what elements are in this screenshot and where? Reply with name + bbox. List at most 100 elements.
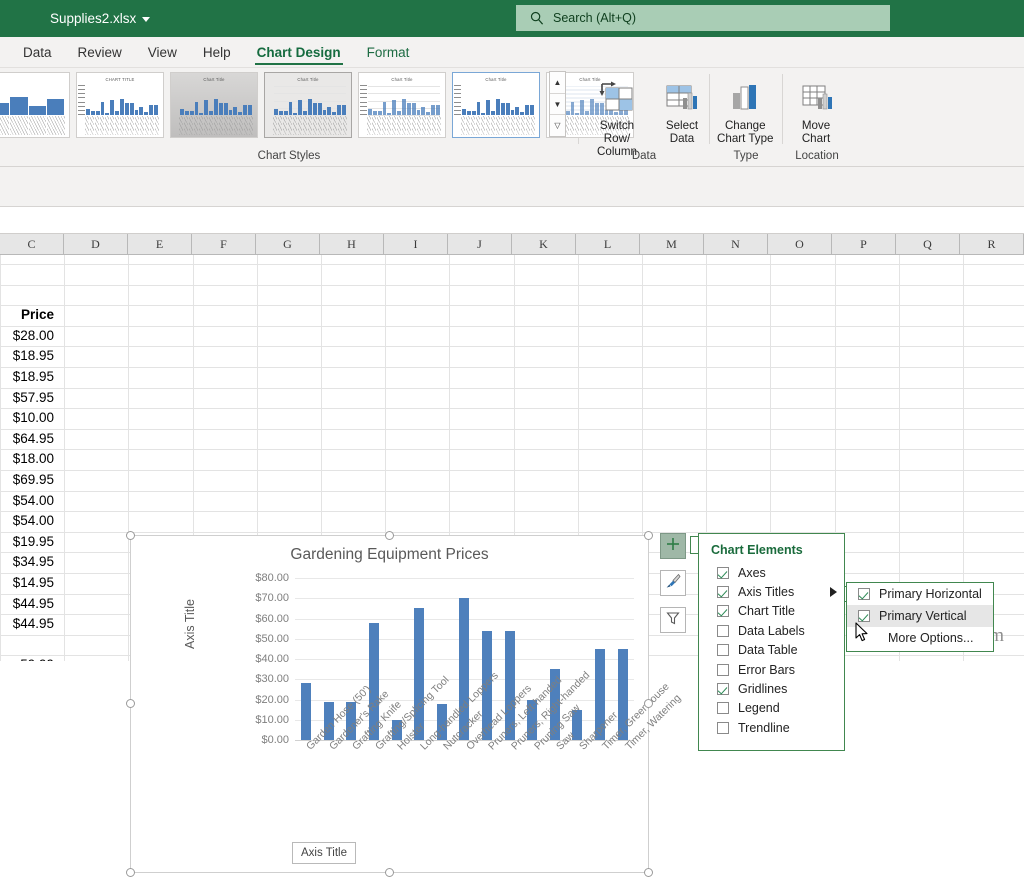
y-tick-label: $40.00 — [255, 653, 289, 665]
cell-price[interactable]: $57.95 — [0, 390, 63, 405]
submenu-arrow-icon[interactable] — [830, 587, 837, 598]
cell-price[interactable]: $34.95 — [0, 554, 63, 569]
filename-group[interactable]: Supplies2.xlsx — [50, 11, 151, 26]
column-header-p[interactable]: P — [832, 234, 896, 254]
search-input[interactable]: Search (Alt+Q) — [516, 5, 890, 31]
chart-style-thumbnail[interactable]: Chart Title — [358, 72, 446, 138]
cell-price[interactable]: $69.95 — [0, 472, 63, 487]
column-header-j[interactable]: J — [448, 234, 512, 254]
axis-title-option-primary-horizontal[interactable]: Primary Horizontal — [847, 583, 993, 605]
column-header-e[interactable]: E — [128, 234, 192, 254]
cell-price[interactable]: $44.95 — [0, 616, 63, 631]
checkbox-icon[interactable] — [717, 624, 729, 637]
cell-price[interactable]: $18.95 — [0, 369, 63, 384]
tab-data[interactable]: Data — [10, 42, 65, 67]
cell-price[interactable]: $54.00 — [0, 493, 63, 508]
tab-view[interactable]: View — [135, 42, 190, 67]
move-chart-button[interactable]: Move Chart — [783, 72, 849, 145]
checkbox-icon[interactable] — [717, 644, 729, 657]
chart-style-thumbnail[interactable]: Chart Title — [452, 72, 540, 138]
chart-element-row-data-labels[interactable]: Data Labels — [699, 621, 844, 640]
tab-help[interactable]: Help — [190, 42, 244, 67]
column-header-k[interactable]: K — [512, 234, 576, 254]
cell-header-price[interactable]: Price — [0, 307, 63, 322]
cell-price[interactable]: $19.95 — [0, 534, 63, 549]
chart-style-thumbnail[interactable]: Chart Title — [170, 72, 258, 138]
column-header-r[interactable]: R — [960, 234, 1024, 254]
chart-filters-button[interactable] — [660, 607, 686, 633]
chevron-down-icon[interactable] — [142, 17, 151, 22]
chart-elements-button[interactable] — [660, 533, 686, 559]
change-chart-type-button[interactable]: Change Chart Type — [710, 72, 781, 145]
chart-element-row-gridlines[interactable]: Gridlines — [699, 679, 844, 698]
cell-price[interactable]: $14.95 — [0, 575, 63, 590]
chart-resize-handle[interactable] — [644, 531, 653, 540]
chart-elements-list[interactable]: Axes Axis Titles Chart Title Data Labels Dat… — [699, 563, 844, 738]
tab-chart-design[interactable]: Chart Design — [244, 42, 354, 67]
chart-element-row-axis-titles[interactable]: Axis Titles — [699, 582, 844, 601]
y-axis-title[interactable]: Axis Title — [183, 599, 197, 649]
chart-object[interactable]: Gardening Equipment Prices Axis Title $8… — [126, 531, 683, 877]
chevron-down-icon[interactable]: ▼ — [550, 94, 565, 116]
chart-resize-handle[interactable] — [126, 699, 135, 708]
cell-price[interactable]: $18.95 — [0, 348, 63, 363]
chart-resize-handle[interactable] — [384, 531, 394, 540]
column-header-i[interactable]: I — [384, 234, 448, 254]
checkbox-checked-icon[interactable] — [717, 683, 729, 696]
bar[interactable] — [301, 683, 312, 740]
column-header-n[interactable]: N — [704, 234, 768, 254]
checkbox-checked-icon[interactable] — [717, 586, 729, 599]
checkbox-checked-icon[interactable] — [717, 605, 729, 618]
gallery-scroll-buttons[interactable]: ▲ ▼ ▽ — [549, 71, 566, 137]
column-header-l[interactable]: L — [576, 234, 640, 254]
chart-element-row-legend[interactable]: Legend — [699, 699, 844, 718]
checkbox-checked-icon[interactable] — [717, 566, 729, 579]
chart-styles-button[interactable] — [660, 570, 686, 596]
chart-style-thumbnail[interactable]: CHART TITLE — [76, 72, 164, 138]
column-header-c[interactable]: C — [0, 234, 64, 254]
select-data-button[interactable]: Select Data — [655, 72, 709, 145]
chart-style-thumbnail-selected[interactable]: Chart Title — [264, 72, 352, 138]
chart-resize-handle[interactable] — [384, 868, 394, 877]
chart-element-row-error-bars[interactable]: Error Bars — [699, 660, 844, 679]
chevron-up-icon[interactable]: ▲ — [550, 72, 565, 94]
chart-element-row-axes[interactable]: Axes — [699, 563, 844, 582]
column-header-o[interactable]: O — [768, 234, 832, 254]
bar-column[interactable] — [295, 578, 318, 740]
cell-price[interactable]: $54.00 — [0, 513, 63, 528]
chart-elements-flyout[interactable]: Chart Elements Axes Axis Titles Chart Titl… — [698, 533, 845, 751]
cell-price[interactable]: $44.95 — [0, 596, 63, 611]
column-header-d[interactable]: D — [64, 234, 128, 254]
chart-resize-handle[interactable] — [126, 868, 135, 877]
chart-styles-gallery[interactable]: CHART TITLE Chart Title Chart Title Char… — [0, 71, 634, 139]
tab-format[interactable]: Format — [354, 42, 423, 67]
column-header-h[interactable]: H — [320, 234, 384, 254]
column-header-g[interactable]: G — [256, 234, 320, 254]
more-styles-icon[interactable]: ▽ — [550, 115, 565, 136]
switch-row-column-button[interactable]: Switch Row/ Column — [579, 72, 655, 158]
chart-element-row-trendline[interactable]: Trendline — [699, 718, 844, 737]
cell-price[interactable]: 59.99 — [0, 657, 63, 661]
cell-price[interactable]: $64.95 — [0, 431, 63, 446]
cell-price[interactable]: $18.00 — [0, 451, 63, 466]
column-header-f[interactable]: F — [192, 234, 256, 254]
column-header-m[interactable]: M — [640, 234, 704, 254]
cell-price[interactable]: $10.00 — [0, 410, 63, 425]
tab-review[interactable]: Review — [65, 42, 135, 67]
chart-element-row-chart-title[interactable]: Chart Title — [699, 602, 844, 621]
checkbox-icon[interactable] — [717, 702, 729, 715]
column-header-q[interactable]: Q — [896, 234, 960, 254]
cell-price[interactable]: $28.00 — [0, 328, 63, 343]
chart-title[interactable]: Gardening Equipment Prices — [131, 546, 648, 564]
checkbox-icon[interactable] — [717, 721, 729, 734]
checkbox-icon[interactable] — [717, 663, 729, 676]
chart-style-thumbnail[interactable] — [0, 72, 70, 138]
x-axis-title[interactable]: Axis Title — [292, 842, 356, 864]
chart-resize-handle[interactable] — [644, 868, 653, 877]
chart-resize-handle[interactable] — [126, 531, 135, 540]
checkbox-checked-icon[interactable] — [858, 610, 870, 622]
chart-element-row-data-table[interactable]: Data Table — [699, 641, 844, 660]
checkbox-checked-icon[interactable] — [858, 588, 870, 600]
paintbrush-icon — [664, 572, 682, 595]
chart-resize-handle[interactable] — [644, 699, 653, 708]
